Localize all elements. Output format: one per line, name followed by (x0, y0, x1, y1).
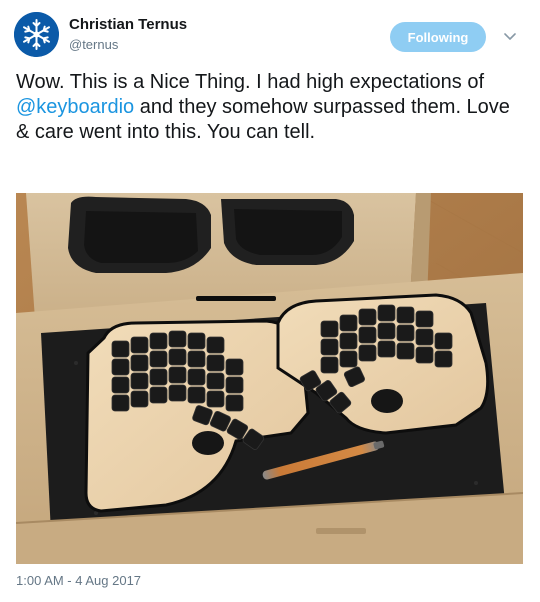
mention-link[interactable]: @keyboardio (16, 96, 134, 118)
keyboard-in-box-photo (16, 193, 523, 564)
tweet-text: Wow. This is a Nice Thing. I had high ex… (16, 70, 526, 145)
chevron-down-icon[interactable] (500, 26, 520, 46)
tweet-photo[interactable] (16, 193, 523, 564)
snowflake-icon (14, 12, 59, 57)
avatar[interactable] (14, 12, 59, 57)
tweet-header: Christian Ternus @ternus Following (14, 12, 526, 60)
author-handle[interactable]: @ternus (69, 37, 118, 52)
tweet-timestamp[interactable]: 1:00 AM - 4 Aug 2017 (16, 573, 141, 588)
tweet-text-part: Wow. This is a Nice Thing. I had high ex… (16, 71, 485, 93)
following-button[interactable]: Following (390, 22, 486, 52)
author-name[interactable]: Christian Ternus (69, 16, 187, 33)
tweet-card: Christian Ternus @ternus Following Wow. … (0, 0, 540, 602)
